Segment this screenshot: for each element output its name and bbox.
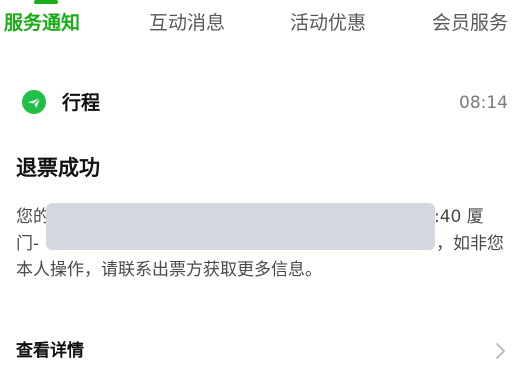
active-tab-indicator [34,0,58,4]
message-line-2-right: ，如非您 [436,234,504,254]
tab-promotions[interactable]: 活动优惠 [290,10,366,36]
message-time: 08:14 [459,93,508,113]
service-name: 行程 [62,92,101,114]
message-line-3: 本人操作，请联系出票方获取更多信息。 [16,260,322,280]
message-title: 退票成功 [16,156,100,180]
message-line-1-right: :40 厦 [434,207,484,227]
message-line-2-left: 门- [16,234,40,254]
chevron-right-icon [494,341,508,361]
view-details-row[interactable]: 查看详情 [0,322,522,365]
message-card-header: 行程 08:14 [22,90,512,122]
tab-service-notice[interactable]: 服务通知 [4,10,80,36]
message-line-1-left: 您的 [16,207,50,227]
notification-tabs: 服务通知 互动消息 活动优惠 会员服务 [0,0,522,44]
tab-interactive-messages[interactable]: 互动消息 [149,10,225,36]
tab-member-services[interactable]: 会员服务 [432,10,508,36]
redaction-overlay [46,203,435,250]
view-details-label: 查看详情 [16,341,84,361]
plane-icon [22,90,46,114]
